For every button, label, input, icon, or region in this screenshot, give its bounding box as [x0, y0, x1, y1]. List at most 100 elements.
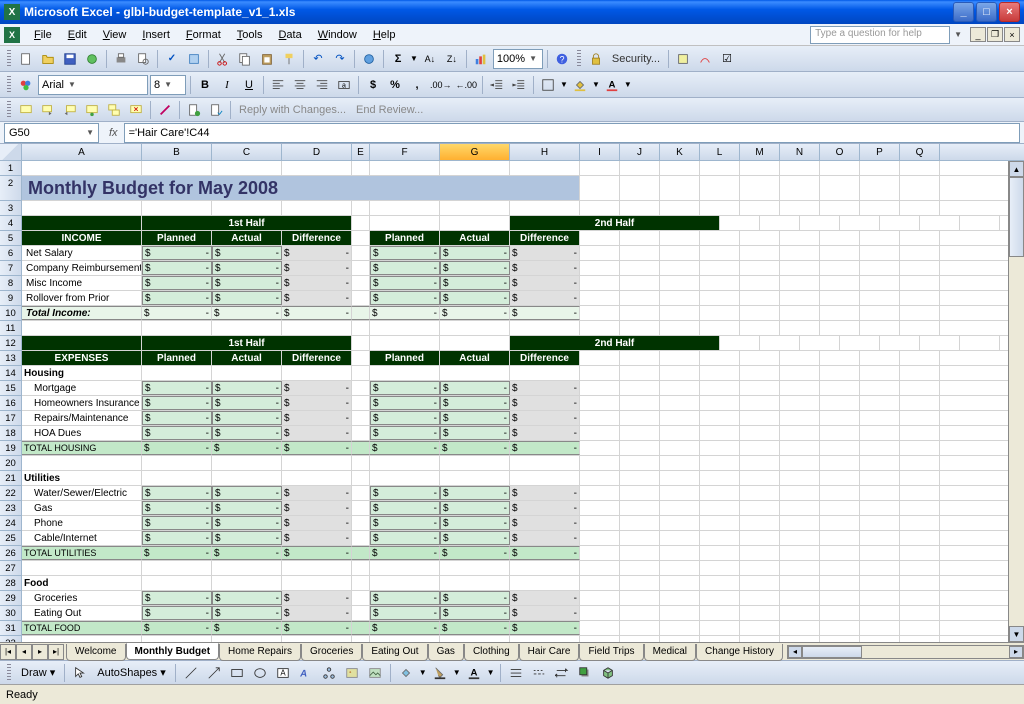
row-header-1[interactable]: 1 — [0, 161, 22, 176]
sheet-tab-field-trips[interactable]: Field Trips — [579, 644, 643, 661]
arrow-style-button[interactable] — [552, 663, 572, 683]
hyperlink-button[interactable] — [359, 49, 379, 69]
minimize-button[interactable]: _ — [953, 2, 974, 22]
sheet-tab-hair-care[interactable]: Hair Care — [519, 644, 580, 661]
row-header-11[interactable]: 11 — [0, 321, 22, 336]
security-icon[interactable] — [586, 49, 606, 69]
row-header-9[interactable]: 9 — [0, 291, 22, 306]
sort-asc-button[interactable]: A↓ — [420, 49, 440, 69]
fill-color-draw-button[interactable] — [396, 663, 416, 683]
col-header-G[interactable]: G — [440, 144, 510, 160]
doc-restore-button[interactable]: ❐ — [987, 27, 1003, 42]
tab-last-button[interactable]: ▸| — [48, 644, 64, 660]
permission-button[interactable] — [82, 49, 102, 69]
underline-button[interactable]: U — [239, 75, 259, 95]
security-label[interactable]: Security... — [608, 53, 664, 65]
row-header-25[interactable]: 25 — [0, 531, 22, 546]
row-header-4[interactable]: 4 — [0, 216, 22, 231]
undo-button[interactable]: ↶ — [308, 49, 328, 69]
row-header-30[interactable]: 30 — [0, 606, 22, 621]
hscroll-right-button[interactable]: ▸ — [1009, 646, 1023, 658]
research-button[interactable] — [184, 49, 204, 69]
row-header-31[interactable]: 31 — [0, 621, 22, 636]
cut-button[interactable] — [213, 49, 233, 69]
col-header-M[interactable]: M — [740, 144, 780, 160]
menu-tools[interactable]: Tools — [229, 27, 271, 43]
increase-indent-button[interactable] — [509, 75, 529, 95]
new-button[interactable] — [16, 49, 36, 69]
tab-next-button[interactable]: ▸ — [32, 644, 48, 660]
sheet-tab-gas[interactable]: Gas — [428, 644, 464, 661]
row-header-5[interactable]: 5 — [0, 231, 22, 246]
row-header-13[interactable]: 13 — [0, 351, 22, 366]
menu-insert[interactable]: Insert — [134, 27, 178, 43]
col-header-I[interactable]: I — [580, 144, 620, 160]
sheet-tab-monthly-budget[interactable]: Monthly Budget — [126, 643, 220, 660]
autosum-button[interactable]: Σ — [388, 49, 408, 69]
row-header-26[interactable]: 26 — [0, 546, 22, 561]
doc-minimize-button[interactable]: _ — [970, 27, 986, 42]
col-header-L[interactable]: L — [700, 144, 740, 160]
menu-format[interactable]: Format — [178, 27, 229, 43]
comma-button[interactable]: , — [407, 75, 427, 95]
font-combo[interactable]: Arial▼ — [38, 75, 148, 95]
row-header-32[interactable]: 32 — [0, 636, 22, 642]
wordart-button[interactable]: A — [296, 663, 316, 683]
align-right-button[interactable] — [312, 75, 332, 95]
col-header-J[interactable]: J — [620, 144, 660, 160]
line-style-button[interactable] — [506, 663, 526, 683]
row-header-17[interactable]: 17 — [0, 411, 22, 426]
track-changes-button[interactable] — [184, 100, 204, 120]
hscroll-thumb[interactable] — [802, 646, 862, 658]
scroll-thumb[interactable] — [1009, 177, 1024, 257]
toolbar-handle[interactable] — [7, 50, 11, 68]
rectangle-button[interactable] — [227, 663, 247, 683]
merge-center-button[interactable]: a — [334, 75, 354, 95]
picture-button[interactable] — [365, 663, 385, 683]
row-header-2[interactable]: 2 — [0, 176, 22, 201]
sheet-tab-eating-out[interactable]: Eating Out — [362, 644, 427, 661]
col-header-C[interactable]: C — [212, 144, 282, 160]
show-comment-button[interactable] — [82, 100, 102, 120]
line-color-button[interactable] — [430, 663, 450, 683]
show-all-comments-button[interactable] — [104, 100, 124, 120]
toolbar-handle[interactable] — [7, 76, 11, 94]
line-button[interactable] — [181, 663, 201, 683]
next-comment-button[interactable] — [60, 100, 80, 120]
col-header-F[interactable]: F — [370, 144, 440, 160]
row-header-20[interactable]: 20 — [0, 456, 22, 471]
align-center-button[interactable] — [290, 75, 310, 95]
arrow-button[interactable] — [204, 663, 224, 683]
row-header-18[interactable]: 18 — [0, 426, 22, 441]
print-button[interactable] — [111, 49, 131, 69]
shadow-button[interactable] — [575, 663, 595, 683]
macro-security-button[interactable] — [673, 49, 693, 69]
formula-input[interactable]: ='Hair Care'!C44 — [124, 123, 1020, 143]
scroll-up-button[interactable]: ▲ — [1009, 161, 1024, 177]
row-header-16[interactable]: 16 — [0, 396, 22, 411]
col-header-A[interactable]: A — [22, 144, 142, 160]
autoshapes-menu[interactable]: AutoShapes ▾ — [93, 666, 170, 679]
tab-prev-button[interactable]: ◂ — [16, 644, 32, 660]
sheet-tab-medical[interactable]: Medical — [644, 644, 696, 661]
paste-button[interactable] — [257, 49, 277, 69]
fill-color-button[interactable] — [570, 75, 590, 95]
menu-window[interactable]: Window — [310, 27, 365, 43]
zoom-combo[interactable]: 100%▼ — [493, 49, 543, 69]
select-objects-button[interactable] — [70, 663, 90, 683]
accept-change-button[interactable] — [206, 100, 226, 120]
toolbar-handle[interactable] — [577, 50, 581, 68]
font-color-icon[interactable] — [16, 75, 36, 95]
menu-help[interactable]: Help — [365, 27, 404, 43]
font-color-button[interactable]: A — [602, 75, 622, 95]
col-header-K[interactable]: K — [660, 144, 700, 160]
diagram-button[interactable] — [319, 663, 339, 683]
col-header-B[interactable]: B — [142, 144, 212, 160]
col-header-H[interactable]: H — [510, 144, 580, 160]
decrease-decimal-button[interactable]: ←.00 — [455, 75, 479, 95]
chart-button[interactable] — [471, 49, 491, 69]
col-header-E[interactable]: E — [352, 144, 370, 160]
bold-button[interactable]: B — [195, 75, 215, 95]
3d-button[interactable] — [598, 663, 618, 683]
row-header-19[interactable]: 19 — [0, 441, 22, 456]
